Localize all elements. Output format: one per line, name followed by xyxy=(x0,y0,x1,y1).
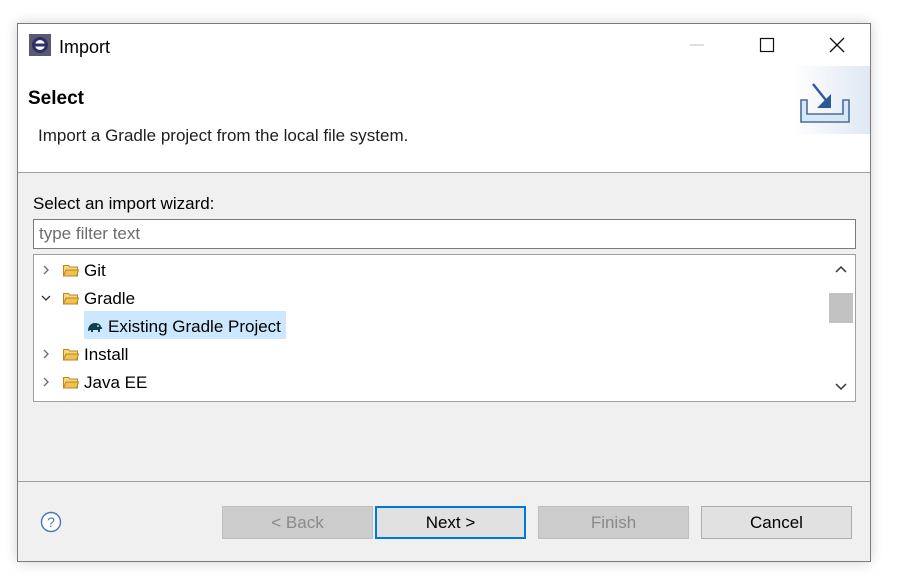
folder-icon xyxy=(63,377,79,389)
close-icon xyxy=(829,37,845,53)
tree-item-label: Gradle xyxy=(84,289,136,308)
tree-scrollbar[interactable] xyxy=(827,255,855,401)
svg-text:?: ? xyxy=(47,514,55,530)
help-icon[interactable]: ? xyxy=(40,511,62,533)
tree-item-java-ee[interactable]: Java EE xyxy=(34,369,824,397)
tree-item-label: Existing Gradle Project xyxy=(108,317,281,336)
page-title: Select xyxy=(28,88,84,109)
chevron-right-icon[interactable] xyxy=(39,263,53,277)
tree-item-gradle[interactable]: Gradle xyxy=(34,285,824,313)
scroll-up-button[interactable] xyxy=(827,259,855,281)
folder-icon xyxy=(63,265,79,277)
gradle-elephant-icon xyxy=(88,323,103,332)
chevron-down-icon xyxy=(835,383,847,391)
window-title: Import xyxy=(59,37,111,57)
minimize-button[interactable] xyxy=(662,24,732,66)
tree-item-install[interactable]: Install xyxy=(34,341,824,369)
eclipse-app-icon xyxy=(29,34,51,56)
folder-open-icon xyxy=(63,293,79,305)
scroll-thumb[interactable] xyxy=(829,293,853,323)
wizard-banner: Select Import a Gradle project from the … xyxy=(18,66,870,173)
chevron-right-icon[interactable] xyxy=(39,375,53,389)
chevron-down-icon[interactable] xyxy=(39,291,53,305)
finish-button[interactable]: Finish xyxy=(538,506,689,539)
close-button[interactable] xyxy=(802,24,872,66)
import-wizard-icon xyxy=(793,66,870,134)
filter-input[interactable] xyxy=(33,219,856,249)
import-dialog: Import Select Import a Gradle project fr… xyxy=(17,23,871,562)
tree-item-label: Install xyxy=(84,345,129,364)
tree-item-existing-gradle-project[interactable]: Existing Gradle Project xyxy=(34,313,824,341)
maximize-icon xyxy=(759,37,775,53)
wizard-tree[interactable]: Git Gradle Existing Gradle Project Insta… xyxy=(33,254,856,402)
import-wizard-label: Select an import wizard: xyxy=(33,194,215,213)
tree-item-label: Java EE xyxy=(84,373,148,392)
folder-icon xyxy=(63,349,79,361)
footer-divider xyxy=(18,481,870,482)
next-button[interactable]: Next > xyxy=(375,506,526,539)
cancel-button[interactable]: Cancel xyxy=(701,506,852,539)
maximize-button[interactable] xyxy=(732,24,802,66)
chevron-right-icon[interactable] xyxy=(39,347,53,361)
chevron-up-icon xyxy=(835,265,847,273)
title-bar: Import xyxy=(18,24,870,66)
back-button[interactable]: < Back xyxy=(222,506,373,539)
page-description: Import a Gradle project from the local f… xyxy=(38,126,409,145)
scroll-down-button[interactable] xyxy=(827,375,855,397)
tree-item-label: Git xyxy=(84,261,106,280)
minimize-icon xyxy=(690,44,704,46)
tree-item-git[interactable]: Git xyxy=(34,257,824,285)
